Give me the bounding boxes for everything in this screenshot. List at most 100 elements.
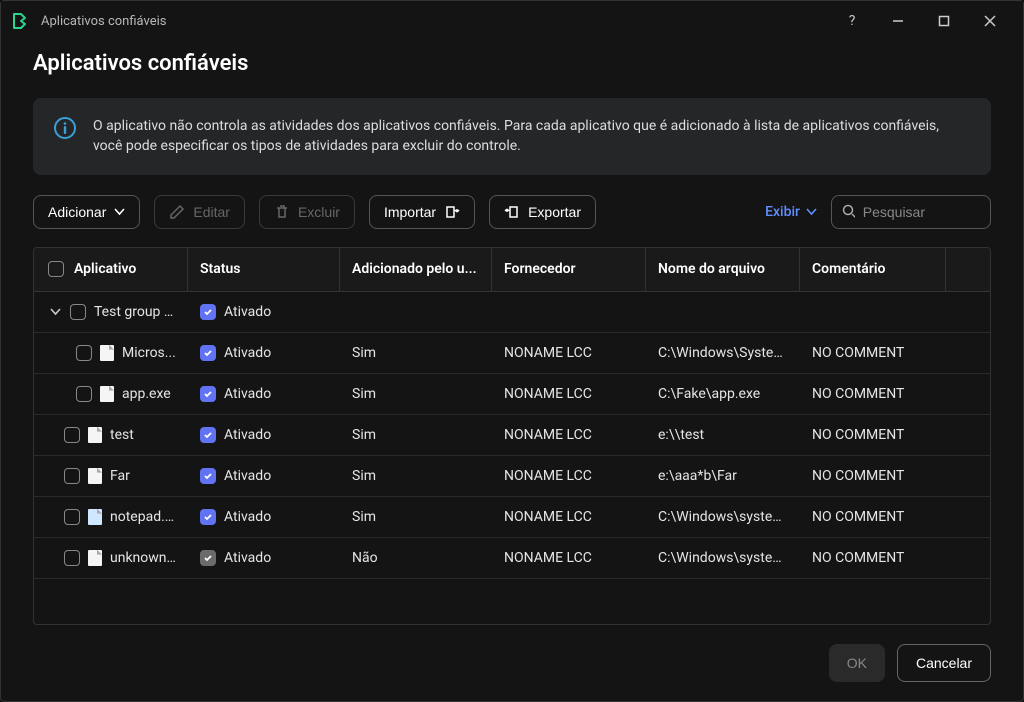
close-button[interactable] [967, 5, 1013, 37]
status-text: Ativado [224, 550, 271, 566]
export-label: Exportar [528, 204, 581, 220]
status-text: Ativado [224, 427, 271, 443]
view-dropdown[interactable]: Exibir [765, 204, 817, 220]
col-file[interactable]: Nome do arquivo [646, 248, 800, 291]
vendor-text: NONAME LCC [504, 509, 592, 525]
app-name: Micros... [122, 345, 176, 361]
file-icon [88, 550, 102, 566]
comment-text: NO COMMENT [812, 345, 904, 361]
empty-row [34, 579, 990, 617]
table-row[interactable]: testAtivadoSimNONAME LCCe:\\testNO COMME… [34, 415, 990, 456]
import-icon [444, 204, 460, 220]
file-icon [100, 345, 114, 361]
pencil-icon [169, 204, 185, 220]
file-text: C:\Windows\system... [658, 550, 788, 566]
row-checkbox[interactable] [76, 345, 92, 361]
status-checkbox[interactable] [200, 427, 216, 443]
row-checkbox[interactable] [64, 468, 80, 484]
comment-text: NO COMMENT [812, 509, 904, 525]
status-checkbox[interactable] [200, 468, 216, 484]
col-vendor[interactable]: Fornecedor [492, 248, 646, 291]
vendor-text: NONAME LCC [504, 550, 592, 566]
toolbar: Adicionar Editar Excluir Importar Export… [33, 195, 991, 229]
file-icon [88, 509, 102, 525]
import-label: Importar [384, 204, 436, 220]
content-area: Aplicativos confiáveis O aplicativo não … [1, 41, 1023, 625]
app-name: Far [110, 468, 130, 484]
added-text: Não [352, 550, 378, 566]
table-row[interactable]: notepad.e...AtivadoSimNONAME LCCC:\Windo… [34, 497, 990, 538]
window-title: Aplicativos confiáveis [41, 14, 829, 29]
col-app[interactable]: Aplicativo [34, 248, 188, 291]
status-checkbox[interactable] [200, 304, 216, 320]
row-checkbox[interactable] [70, 304, 86, 320]
chevron-down-icon[interactable] [48, 305, 62, 319]
help-button[interactable]: ? [829, 5, 875, 37]
select-all-checkbox[interactable] [48, 261, 64, 277]
file-text: e:\\test [658, 427, 704, 443]
row-checkbox[interactable] [64, 509, 80, 525]
search-icon [842, 204, 855, 219]
info-text: O aplicativo não controla as atividades … [93, 116, 971, 157]
col-added[interactable]: Adicionado pelo u... [340, 248, 492, 291]
search-field[interactable] [831, 195, 991, 229]
status-checkbox[interactable] [200, 509, 216, 525]
edit-label: Editar [193, 204, 230, 220]
status-checkbox[interactable] [200, 550, 216, 566]
file-text: C:\Fake\app.exe [658, 386, 760, 402]
export-icon [504, 204, 520, 220]
status-checkbox[interactable] [200, 386, 216, 402]
row-checkbox[interactable] [64, 427, 80, 443]
file-icon [88, 427, 102, 443]
trash-icon [274, 204, 290, 220]
row-checkbox[interactable] [76, 386, 92, 402]
status-text: Ativado [224, 386, 271, 402]
window: Aplicativos confiáveis ? Aplicativos con… [0, 0, 1024, 702]
table-row[interactable]: Test group AppAtivado [34, 292, 990, 333]
table-row[interactable]: FarAtivadoSimNONAME LCCe:\aaa*b\FarNO CO… [34, 456, 990, 497]
info-banner: O aplicativo não controla as atividades … [33, 98, 991, 175]
added-text: Sim [352, 509, 376, 525]
file-text: C:\Windows\System... [658, 345, 788, 361]
export-button[interactable]: Exportar [489, 195, 596, 229]
info-icon [53, 116, 77, 140]
table-header: Aplicativo Status Adicionado pelo u... F… [34, 248, 990, 292]
comment-text: NO COMMENT [812, 468, 904, 484]
import-button[interactable]: Importar [369, 195, 475, 229]
file-text: C:\Windows\system... [658, 509, 788, 525]
added-text: Sim [352, 386, 376, 402]
vendor-text: NONAME LCC [504, 468, 592, 484]
footer: OK Cancelar [1, 625, 1023, 701]
comment-text: NO COMMENT [812, 386, 904, 402]
col-app-label: Aplicativo [74, 261, 136, 277]
status-text: Ativado [224, 345, 271, 361]
table: Aplicativo Status Adicionado pelo u... F… [33, 247, 991, 625]
app-name: unknown.... [110, 550, 176, 566]
app-name: Test group App [94, 304, 176, 320]
search-input[interactable] [863, 204, 980, 220]
file-icon [88, 468, 102, 484]
maximize-button[interactable] [921, 5, 967, 37]
row-checkbox[interactable] [64, 550, 80, 566]
col-status[interactable]: Status [188, 248, 340, 291]
table-row[interactable]: Micros... Ativado Sim NONAME LCC C:\Windows\… [34, 333, 990, 374]
add-button[interactable]: Adicionar [33, 195, 140, 229]
table-row[interactable]: unknown.... Ativado Não NONAME LCC C:\Window… [34, 538, 990, 579]
cancel-button[interactable]: Cancelar [897, 644, 991, 682]
titlebar: Aplicativos confiáveis ? [1, 1, 1023, 41]
minimize-button[interactable] [875, 5, 921, 37]
vendor-text: NONAME LCC [504, 427, 592, 443]
status-checkbox[interactable] [200, 345, 216, 361]
table-row[interactable]: app.exeAtivadoSimNONAME LCCC:\Fake\app.e… [34, 374, 990, 415]
vendor-text: NONAME LCC [504, 345, 592, 361]
file-text: e:\aaa*b\Far [658, 468, 737, 484]
edit-button[interactable]: Editar [154, 195, 245, 229]
ok-button[interactable]: OK [829, 644, 885, 682]
added-text: Sim [352, 345, 376, 361]
status-text: Ativado [224, 509, 271, 525]
delete-button[interactable]: Excluir [259, 195, 355, 229]
table-body: Test group AppAtivadoMicros...AtivadoSim… [34, 292, 990, 617]
col-comment[interactable]: Comentário [800, 248, 946, 291]
file-icon [100, 386, 114, 402]
col-end [946, 248, 990, 291]
